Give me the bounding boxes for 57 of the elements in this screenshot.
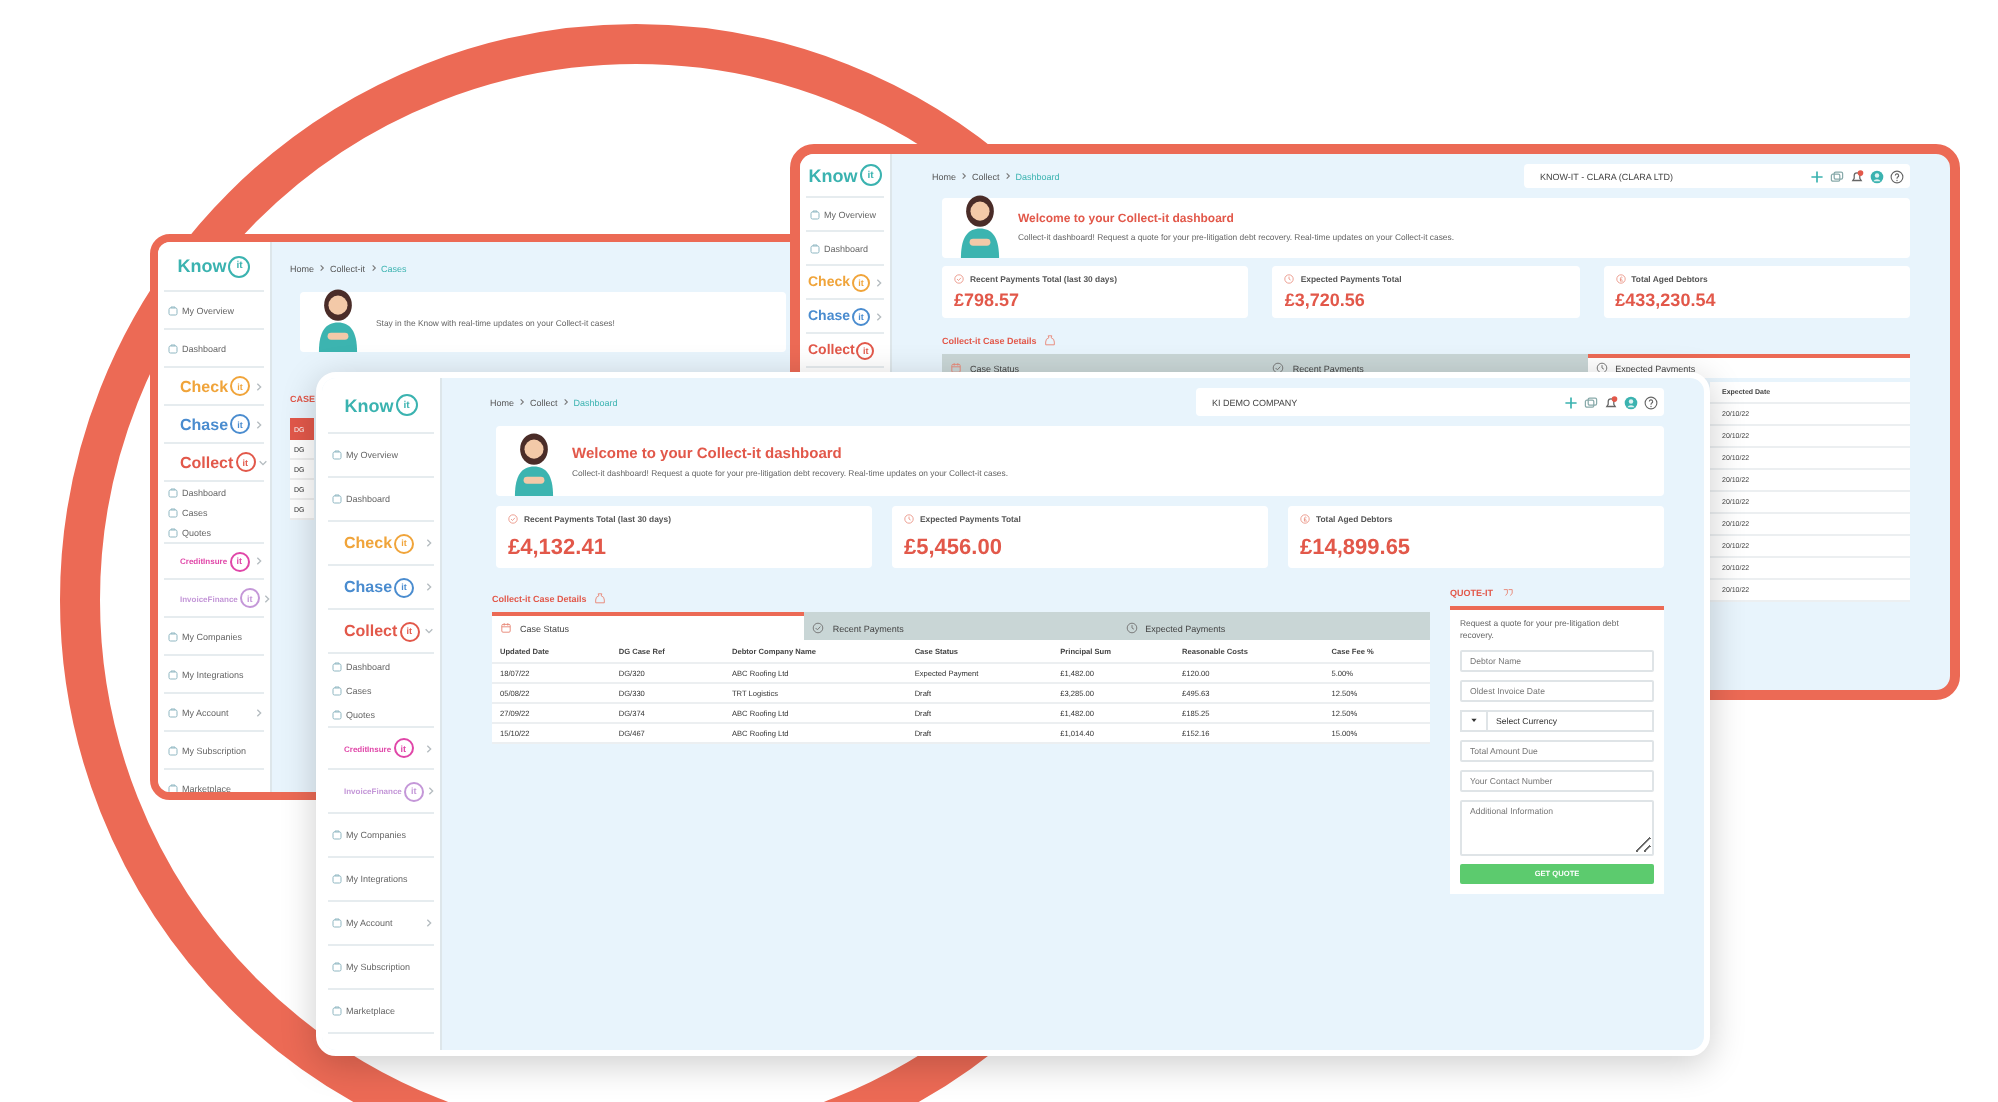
- stat-value: £433,230.54: [1615, 290, 1718, 310]
- nav-icon: [332, 494, 342, 504]
- nav-icon: [168, 669, 178, 679]
- stat-value: £798.57: [954, 290, 1022, 310]
- nav-icon: [168, 707, 178, 717]
- plus-icon[interactable]: [1564, 395, 1578, 409]
- nav-icon: [332, 1006, 342, 1016]
- stat-value: £3,720.56: [1284, 290, 1367, 310]
- dial-code-dropdown[interactable]: [1460, 709, 1488, 732]
- status-icon: [1615, 274, 1626, 284]
- help-icon[interactable]: [1890, 169, 1904, 183]
- nav-icon: [332, 450, 342, 460]
- bag-icon: [594, 592, 607, 604]
- nav-icon: [168, 507, 178, 517]
- nav-icon: [168, 783, 178, 792]
- nav-icon: [332, 661, 342, 671]
- logo-text: Know: [344, 395, 394, 415]
- nav-icon: [168, 487, 178, 497]
- nav-icon: [332, 874, 342, 884]
- nav-icon: [810, 243, 820, 253]
- nav-icon: [168, 631, 178, 641]
- nav-icon: [810, 209, 820, 219]
- tab-icon: [1595, 362, 1608, 374]
- bell-icon[interactable]: [1604, 395, 1618, 409]
- stat-value: £4,132.41: [508, 536, 608, 560]
- layers-icon[interactable]: [1584, 395, 1598, 409]
- nav-icon: [168, 343, 178, 353]
- bag-icon: [1044, 334, 1057, 346]
- avatar-icon[interactable]: [1870, 169, 1884, 183]
- logo-text: Know: [177, 256, 227, 276]
- tab-icon: [1272, 362, 1285, 374]
- nav-icon: [332, 962, 342, 972]
- layers-icon[interactable]: [1830, 169, 1844, 183]
- help-icon[interactable]: [1644, 395, 1658, 409]
- nav-icon: [332, 709, 342, 719]
- status-icon: [1300, 514, 1310, 524]
- status-icon: [904, 514, 914, 524]
- avatar-icon[interactable]: [1624, 395, 1638, 409]
- nav-icon: [168, 527, 178, 537]
- tab-icon: [1125, 622, 1138, 634]
- tab-icon: [950, 362, 962, 374]
- quote-icon: [1501, 586, 1513, 598]
- tab-icon: [812, 622, 825, 634]
- logo-text: Know: [808, 165, 858, 185]
- tab-icon: [500, 622, 512, 634]
- nav-icon: [168, 305, 178, 315]
- bell-icon[interactable]: [1850, 169, 1864, 183]
- stat-value: £14,899.65: [1300, 536, 1413, 560]
- nav-icon: [168, 745, 178, 755]
- nav-icon: [332, 830, 342, 840]
- nav-icon: [332, 685, 342, 695]
- status-icon: [954, 274, 964, 284]
- nav-icon: [332, 918, 342, 928]
- stat-value: £5,456.00: [904, 536, 1004, 560]
- status-icon: [1284, 274, 1295, 284]
- plus-icon[interactable]: [1810, 169, 1824, 183]
- status-icon: [508, 514, 518, 524]
